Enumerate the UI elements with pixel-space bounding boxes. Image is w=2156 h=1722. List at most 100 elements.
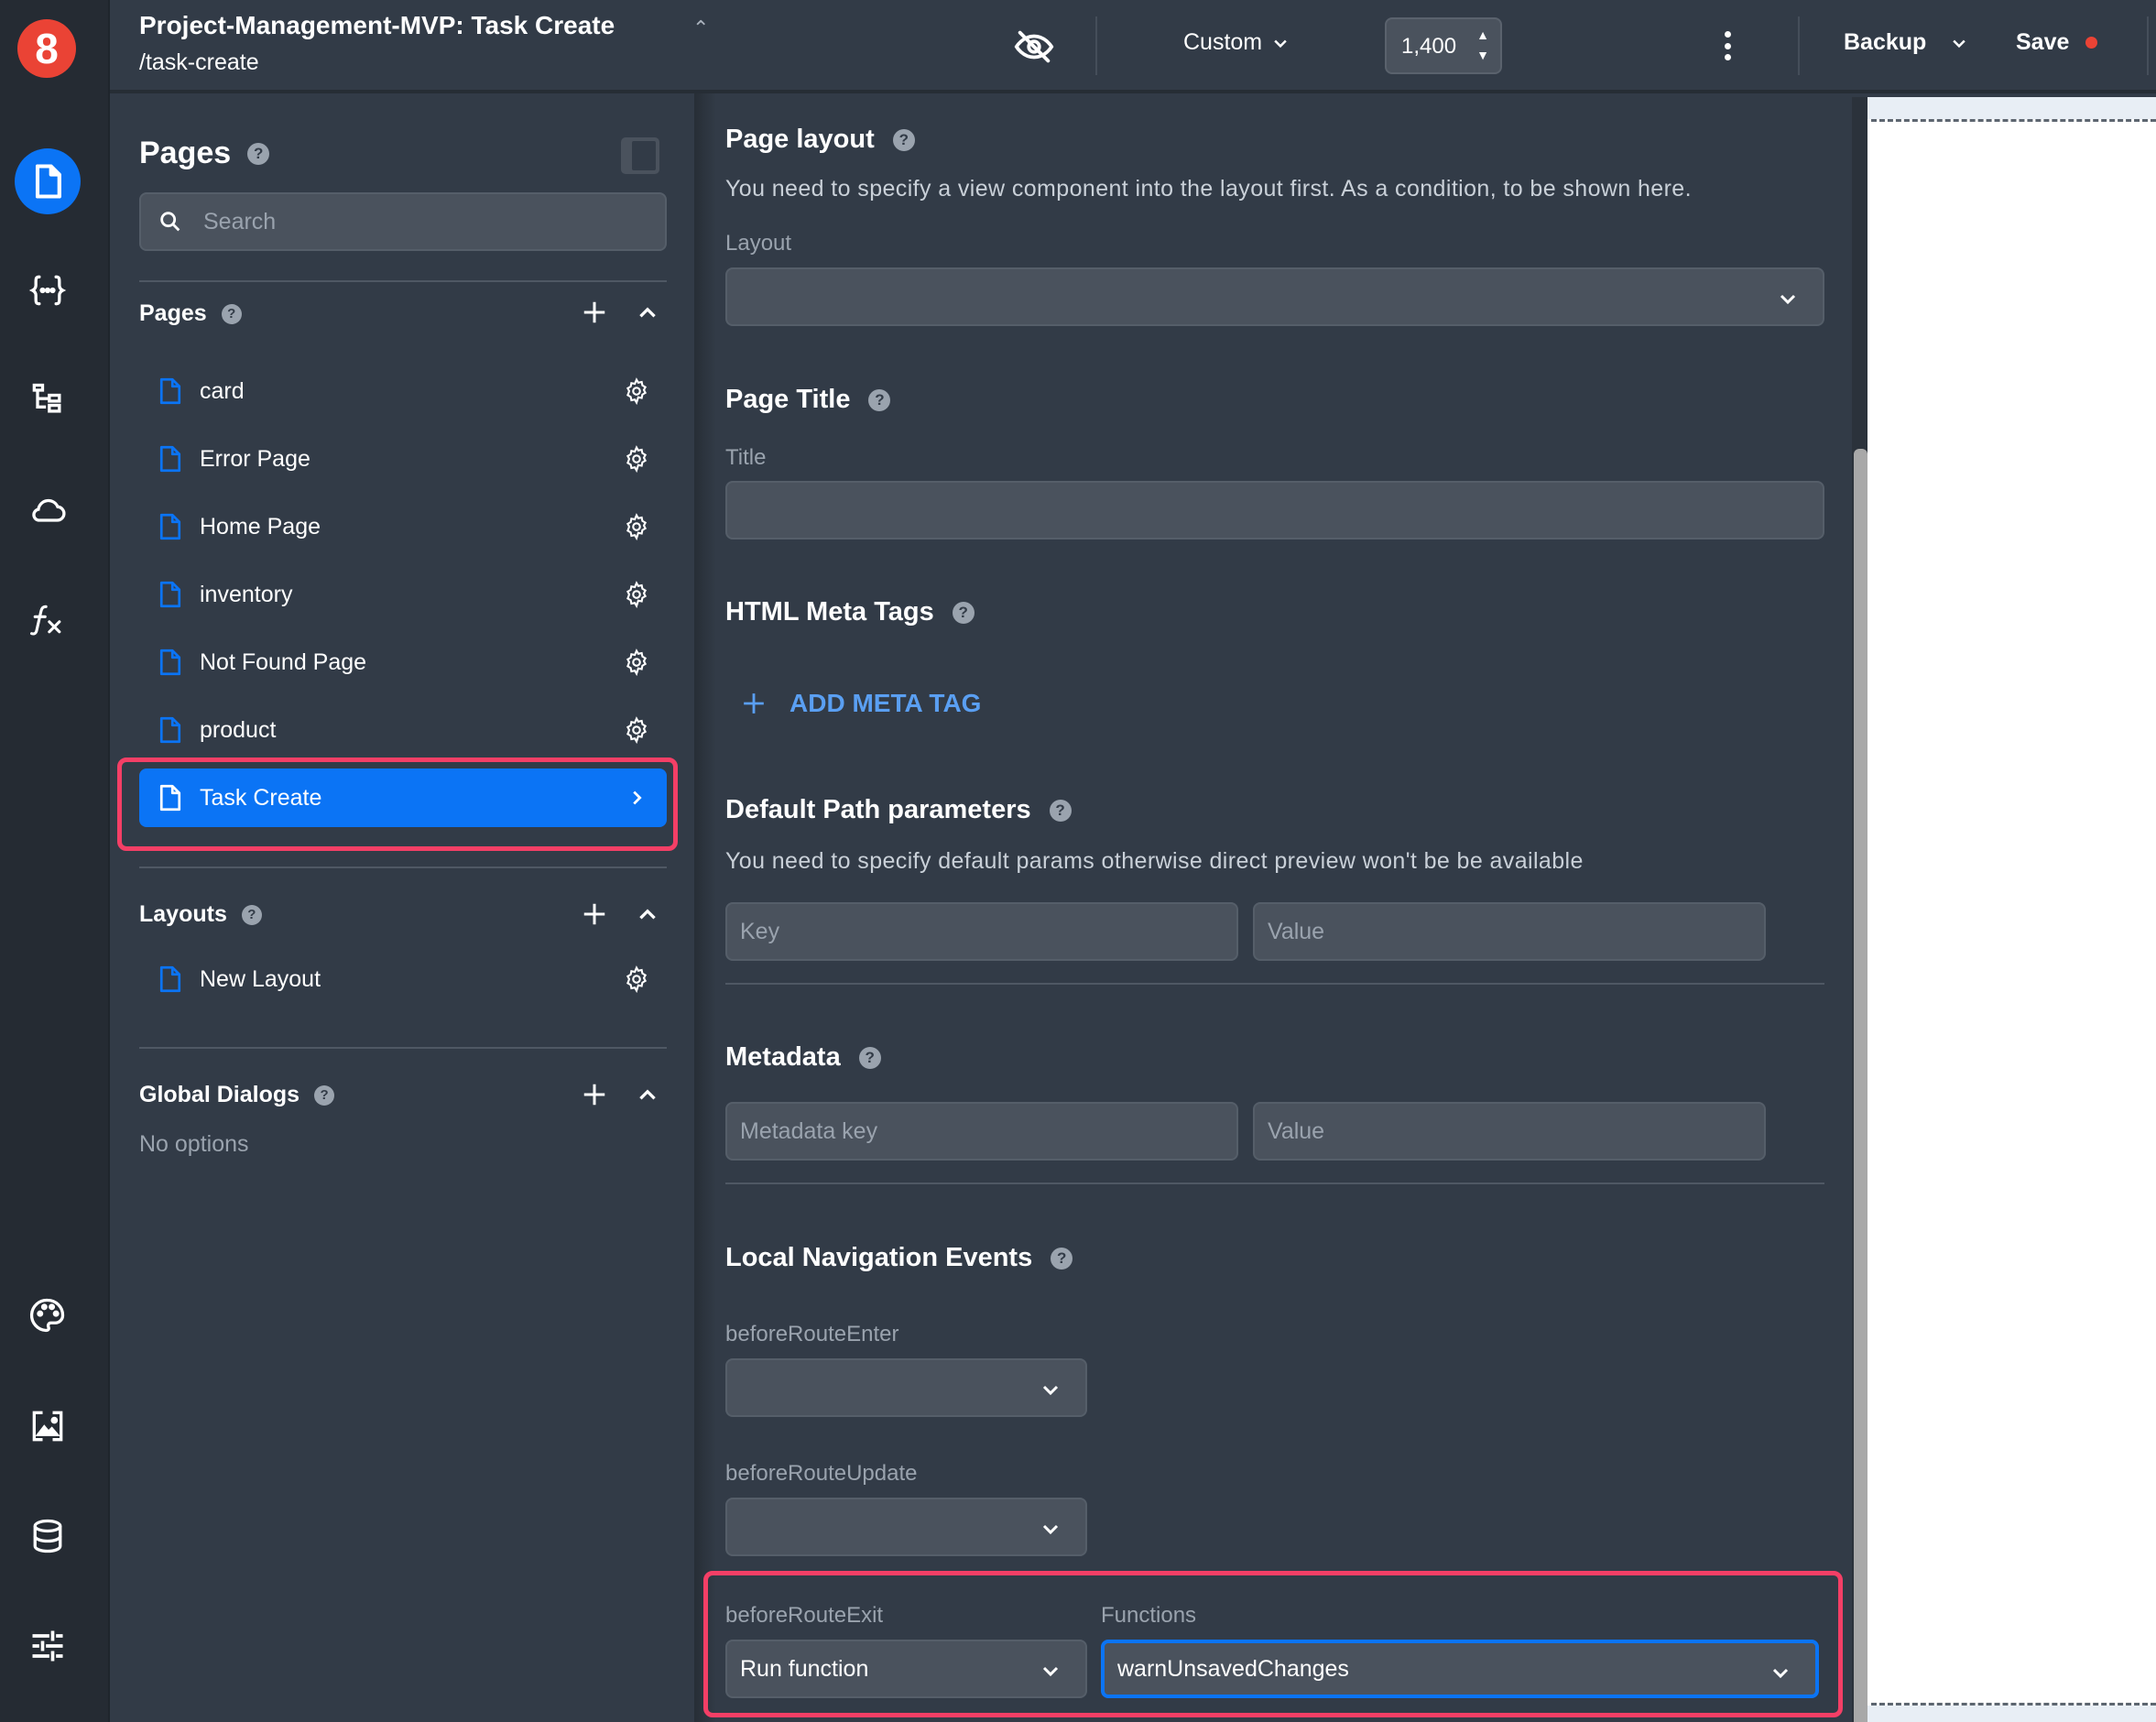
chevron-up-icon[interactable] [636,902,659,926]
search-input[interactable] [203,208,643,235]
heading-text: Metadata [725,1042,841,1072]
empty-state-text: No options [139,1131,249,1157]
app-title: Project-Management-MVP: Task Create [139,11,615,39]
pages-search[interactable] [139,192,667,251]
metadata-value-input[interactable] [1268,1117,1764,1145]
page-icon [35,164,61,199]
page-item[interactable]: product [139,701,667,759]
metadata-value-field[interactable] [1253,1102,1766,1161]
add-meta-tag-label: ADD META TAG [789,689,982,717]
path-param-key-input[interactable] [740,918,1236,945]
rail-cloud-button[interactable] [15,477,81,543]
help-icon[interactable]: ? [868,388,891,411]
eye-off-icon [1014,30,1054,63]
chevron-right-icon[interactable] [626,788,647,808]
add-layout-icon[interactable] [581,900,608,928]
before-route-enter-select[interactable] [725,1358,1087,1417]
device-preset-label: Custom [1183,29,1263,55]
pages-panel: Pages ? Pages ? card Error Page Home Page i… [110,93,694,1722]
toggle-panel-button[interactable] [621,137,659,174]
before-route-exit-select[interactable]: Run function [725,1640,1087,1698]
gear-icon[interactable] [623,648,650,676]
page-icon [159,445,181,473]
device-preset-dropdown[interactable]: Custom [1183,29,1290,56]
help-icon[interactable]: ? [858,1046,881,1069]
add-dialog-icon[interactable] [581,1081,608,1108]
path-param-key-field[interactable] [725,902,1238,961]
settings-sliders-icon [32,1630,63,1662]
stepper-up-icon[interactable]: ▲ [1476,25,1489,45]
title-field[interactable] [725,481,1824,539]
rail-theme-button[interactable] [15,1282,81,1348]
top-toolbar: Project-Management-MVP: Task Create ⌃ /t… [110,0,2156,93]
toolbar-divider [2147,16,2149,75]
backup-dropdown[interactable]: Backup [1844,29,1968,56]
rail-settings-button[interactable] [15,1613,81,1679]
page-item[interactable]: card [139,362,667,420]
path-params-description: You need to specify default params other… [725,848,1584,874]
metadata-heading: Metadata ? [725,1042,881,1073]
help-icon[interactable]: ? [314,1084,335,1106]
help-icon[interactable]: ? [247,142,270,165]
help-icon[interactable]: ? [241,904,262,925]
chevron-up-icon[interactable] [636,1083,659,1106]
rail-component-tree-button[interactable] [15,367,81,433]
rail-pages-button[interactable] [15,148,81,214]
path-param-value-input[interactable] [1268,918,1764,945]
divider [725,1183,1824,1184]
layout-select[interactable] [725,267,1824,326]
chevron-up-icon[interactable] [636,300,659,324]
title-input[interactable] [740,496,1823,524]
path-param-value-field[interactable] [1253,902,1766,961]
metadata-key-field[interactable] [725,1102,1238,1161]
settings-scrollbar-thumb[interactable] [1854,449,1867,1722]
functions-select[interactable]: warnUnsavedChanges [1101,1640,1819,1698]
page-name: Error Page [200,445,310,472]
before-route-update-select[interactable] [725,1498,1087,1556]
help-icon[interactable]: ? [1049,799,1072,822]
page-item[interactable]: Error Page [139,430,667,488]
gear-icon[interactable] [623,513,650,540]
rail-variables-button[interactable] [15,257,81,323]
page-item[interactable]: Home Page [139,497,667,556]
page-item[interactable]: inventory [139,565,667,624]
rail-assets-button[interactable] [15,1393,81,1459]
save-button[interactable]: Save [2016,29,2098,56]
page-item-selected[interactable]: Task Create [139,768,667,827]
add-meta-tag-button[interactable]: ADD META TAG [742,689,981,718]
width-stepper[interactable]: ▲ ▼ [1476,25,1489,65]
gear-icon[interactable] [623,581,650,608]
chevron-down-icon [1042,1666,1059,1677]
gear-icon[interactable] [623,965,650,993]
help-icon[interactable]: ? [892,128,915,151]
layout-item[interactable]: New Layout [139,950,667,1008]
page-icon [159,965,181,993]
divider [139,866,667,868]
gear-icon[interactable] [623,445,650,473]
stepper-down-icon[interactable]: ▼ [1476,45,1489,65]
toolbar-divider [1798,16,1800,75]
canvas-boundary-top [1871,119,2156,122]
image-assets-icon [32,1411,63,1442]
gear-icon[interactable] [623,716,650,744]
page-name: Not Found Page [200,648,367,675]
app-logo[interactable]: 8 [17,19,76,78]
metadata-key-input[interactable] [740,1117,1236,1145]
preview-toggle-button[interactable] [1013,26,1055,68]
help-icon[interactable]: ? [952,601,975,624]
divider [139,280,667,282]
rail-database-button[interactable] [15,1503,81,1569]
page-item[interactable]: Not Found Page [139,633,667,692]
help-icon[interactable]: ? [221,303,242,324]
page-icon [159,377,181,405]
toolbar-divider [1095,16,1097,75]
gear-icon[interactable] [623,377,650,405]
add-page-icon[interactable] [581,299,608,326]
more-options-button[interactable] [1718,27,1737,64]
backup-label: Backup [1844,29,1927,55]
help-icon[interactable]: ? [1051,1247,1073,1270]
chevron-up-icon[interactable]: ⌃ [692,16,709,40]
rail-functions-button[interactable] [15,587,81,653]
canvas-width-input[interactable]: 1,400 ▲ ▼ [1385,17,1502,74]
page-canvas-preview[interactable] [1867,97,2156,1722]
